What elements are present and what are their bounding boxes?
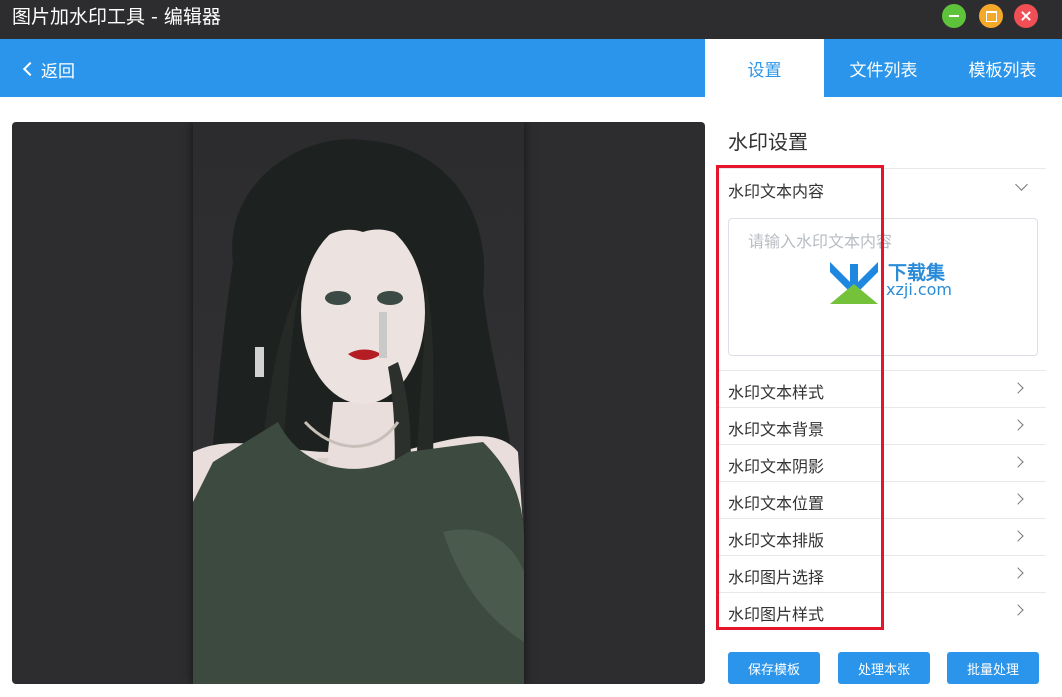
editor-header: 返回	[0, 39, 705, 97]
image-preview-area	[12, 122, 705, 684]
chevron-down-icon	[1015, 178, 1028, 191]
maximize-icon[interactable]	[979, 4, 1003, 28]
section-label: 水印文本内容	[728, 182, 825, 201]
section-image-style[interactable]: 水印图片样式	[716, 592, 1046, 629]
tab-template-list[interactable]: 模板列表	[943, 39, 1062, 97]
tab-file-list[interactable]: 文件列表	[824, 39, 943, 97]
section-text-background[interactable]: 水印文本背景	[716, 407, 1046, 444]
batch-process-button[interactable]: 批量处理	[947, 652, 1039, 684]
section-label: 水印文本背景	[728, 420, 825, 439]
section-label: 水印文本样式	[728, 383, 825, 402]
section-label: 水印文本位置	[728, 494, 825, 513]
chevron-right-icon	[1012, 493, 1024, 505]
chevron-right-icon	[1012, 456, 1024, 468]
chevron-right-icon	[1012, 604, 1024, 616]
close-icon[interactable]	[1014, 4, 1038, 28]
panel-title: 水印设置	[728, 130, 808, 154]
chevron-right-icon	[1012, 419, 1024, 431]
tab-settings[interactable]: 设置	[705, 39, 824, 97]
watermark-text-input[interactable]	[728, 218, 1038, 356]
section-watermark-text-content[interactable]: 水印文本内容	[716, 169, 1046, 207]
chevron-left-icon	[22, 61, 38, 77]
chevron-right-icon	[1012, 382, 1024, 394]
chevron-right-icon	[1012, 567, 1024, 579]
section-text-shadow[interactable]: 水印文本阴影	[716, 444, 1046, 481]
window-title: 图片加水印工具 - 编辑器	[12, 6, 221, 28]
section-text-position[interactable]: 水印文本位置	[716, 481, 1046, 518]
section-label: 水印文本排版	[728, 531, 825, 550]
section-text-style[interactable]: 水印文本样式	[716, 370, 1046, 407]
section-label: 水印文本阴影	[728, 457, 825, 476]
process-current-button[interactable]: 处理本张	[838, 652, 930, 684]
chevron-right-icon	[1012, 530, 1024, 542]
back-button[interactable]: 返回	[22, 57, 75, 82]
title-bar: 图片加水印工具 - 编辑器	[0, 0, 1062, 39]
portrait-illustration	[193, 139, 524, 684]
section-label: 水印图片选择	[728, 568, 825, 587]
back-label: 返回	[41, 61, 75, 82]
section-text-layout[interactable]: 水印文本排版	[716, 518, 1046, 555]
section-image-select[interactable]: 水印图片选择	[716, 555, 1046, 592]
preview-image	[193, 122, 524, 684]
section-label: 水印图片样式	[728, 605, 825, 624]
minimize-icon[interactable]	[942, 4, 966, 28]
save-template-button[interactable]: 保存模板	[728, 652, 820, 684]
